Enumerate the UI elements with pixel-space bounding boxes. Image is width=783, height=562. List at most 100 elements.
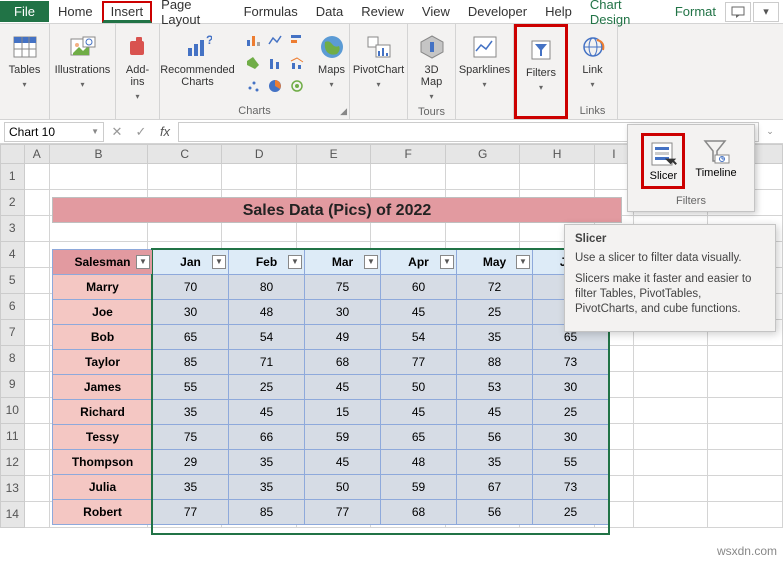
- table-row[interactable]: James552545505330: [53, 375, 609, 400]
- maps-button[interactable]: Maps: [309, 30, 355, 92]
- filters-button[interactable]: Filters: [518, 33, 564, 95]
- name-box[interactable]: Chart 10▼: [4, 122, 104, 142]
- value-cell[interactable]: 25: [457, 300, 533, 325]
- salesman-header[interactable]: Salesman▼: [53, 250, 153, 275]
- table-row[interactable]: Marry708075607255: [53, 275, 609, 300]
- tab-file[interactable]: File: [0, 1, 49, 22]
- cell[interactable]: [25, 450, 50, 476]
- row-header[interactable]: 4: [0, 242, 25, 268]
- row-header[interactable]: 9: [0, 372, 25, 398]
- col-header[interactable]: B: [50, 144, 148, 164]
- hierarchy-chart-icon[interactable]: [243, 53, 263, 73]
- tab-formulas[interactable]: Formulas: [235, 1, 307, 22]
- value-cell[interactable]: 67: [457, 475, 533, 500]
- value-cell[interactable]: 35: [229, 475, 305, 500]
- cell[interactable]: [25, 294, 50, 320]
- value-cell[interactable]: 25: [533, 400, 609, 425]
- cell[interactable]: [25, 502, 50, 528]
- value-cell[interactable]: 77: [305, 500, 381, 525]
- filter-arrow-icon[interactable]: ▼: [364, 255, 378, 269]
- cell[interactable]: [25, 424, 50, 450]
- cell[interactable]: [634, 450, 708, 476]
- month-header[interactable]: Feb▼: [229, 250, 305, 275]
- filter-arrow-icon[interactable]: ▼: [516, 255, 530, 269]
- value-cell[interactable]: 35: [153, 400, 229, 425]
- table-row[interactable]: Bob655449543565: [53, 325, 609, 350]
- link-button[interactable]: Link: [571, 30, 615, 92]
- value-cell[interactable]: 71: [229, 350, 305, 375]
- cell[interactable]: [634, 346, 708, 372]
- tab-home[interactable]: Home: [49, 1, 102, 22]
- value-cell[interactable]: 50: [381, 375, 457, 400]
- cell[interactable]: [25, 372, 50, 398]
- fx-icon[interactable]: fx: [154, 122, 176, 142]
- salesman-cell[interactable]: Julia: [53, 475, 153, 500]
- value-cell[interactable]: 35: [457, 450, 533, 475]
- timeline-button[interactable]: Timeline: [691, 133, 740, 189]
- cell[interactable]: [634, 424, 708, 450]
- tables-button[interactable]: Tables: [2, 30, 48, 92]
- pie-chart-icon[interactable]: [265, 76, 285, 96]
- cell[interactable]: [148, 164, 222, 190]
- cell[interactable]: [25, 476, 50, 502]
- value-cell[interactable]: 75: [305, 275, 381, 300]
- col-header[interactable]: H: [520, 144, 594, 164]
- salesman-cell[interactable]: Taylor: [53, 350, 153, 375]
- comments-button[interactable]: [725, 2, 751, 22]
- value-cell[interactable]: 30: [153, 300, 229, 325]
- col-header[interactable]: G: [446, 144, 520, 164]
- slicer-button[interactable]: Slicer: [641, 133, 685, 189]
- salesman-cell[interactable]: Tessy: [53, 425, 153, 450]
- tab-developer[interactable]: Developer: [459, 1, 536, 22]
- value-cell[interactable]: 85: [153, 350, 229, 375]
- cell[interactable]: [708, 476, 782, 502]
- value-cell[interactable]: 73: [533, 350, 609, 375]
- value-cell[interactable]: 50: [305, 475, 381, 500]
- value-cell[interactable]: 55: [153, 375, 229, 400]
- row-header[interactable]: 5: [0, 268, 25, 294]
- value-cell[interactable]: 65: [153, 325, 229, 350]
- cell[interactable]: [708, 424, 782, 450]
- row-header[interactable]: 14: [0, 502, 25, 528]
- salesman-cell[interactable]: Thompson: [53, 450, 153, 475]
- column-chart-icon[interactable]: [243, 30, 263, 50]
- col-header[interactable]: C: [148, 144, 222, 164]
- value-cell[interactable]: 66: [229, 425, 305, 450]
- col-header[interactable]: F: [371, 144, 445, 164]
- select-all-corner[interactable]: [0, 144, 25, 164]
- 3dmap-button[interactable]: 3D Map: [410, 30, 454, 104]
- value-cell[interactable]: 30: [305, 300, 381, 325]
- row-header[interactable]: 12: [0, 450, 25, 476]
- cell[interactable]: [25, 164, 50, 190]
- value-cell[interactable]: 45: [381, 300, 457, 325]
- table-row[interactable]: Thompson293545483555: [53, 450, 609, 475]
- statistic-chart-icon[interactable]: [265, 53, 285, 73]
- value-cell[interactable]: 45: [305, 375, 381, 400]
- value-cell[interactable]: 25: [229, 375, 305, 400]
- col-header[interactable]: A: [25, 144, 50, 164]
- cell[interactable]: [634, 372, 708, 398]
- table-row[interactable]: Tessy756659655630: [53, 425, 609, 450]
- value-cell[interactable]: 59: [305, 425, 381, 450]
- table-row[interactable]: Julia353550596773: [53, 475, 609, 500]
- cell[interactable]: [25, 346, 50, 372]
- value-cell[interactable]: 35: [457, 325, 533, 350]
- value-cell[interactable]: 77: [381, 350, 457, 375]
- filter-arrow-icon[interactable]: ▼: [212, 255, 226, 269]
- row-header[interactable]: 1: [0, 164, 25, 190]
- value-cell[interactable]: 30: [533, 375, 609, 400]
- table-row[interactable]: Joe304830452537: [53, 300, 609, 325]
- value-cell[interactable]: 45: [229, 400, 305, 425]
- data-table[interactable]: Salesman▼Jan▼Feb▼Mar▼Apr▼May▼Jun▼Marry70…: [52, 249, 609, 525]
- cell[interactable]: [25, 398, 50, 424]
- cell[interactable]: [708, 372, 782, 398]
- cell[interactable]: [708, 346, 782, 372]
- cell[interactable]: [708, 398, 782, 424]
- row-header[interactable]: 11: [0, 424, 25, 450]
- row-header[interactable]: 8: [0, 346, 25, 372]
- enter-formula-icon[interactable]: ✓: [130, 122, 152, 142]
- addins-button[interactable]: Add- ins: [118, 30, 158, 104]
- filter-arrow-icon[interactable]: ▼: [288, 255, 302, 269]
- cell[interactable]: [25, 268, 50, 294]
- cell[interactable]: [50, 164, 148, 190]
